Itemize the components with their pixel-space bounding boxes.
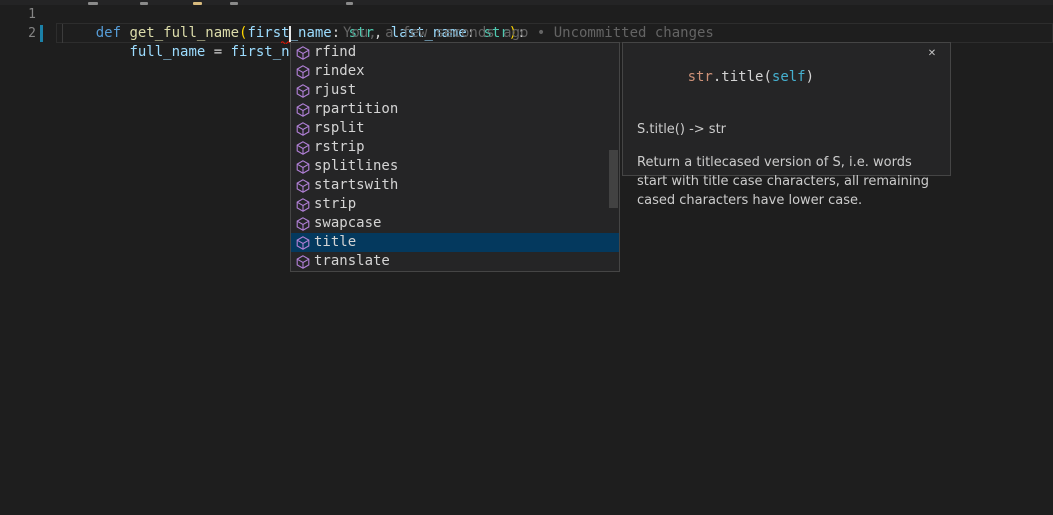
suggest-item-label: rpartition bbox=[314, 100, 398, 119]
token-variable: full_name bbox=[129, 44, 205, 60]
method-icon bbox=[295, 45, 311, 61]
sig-token-method: .title( bbox=[713, 69, 772, 85]
suggest-item-rjust[interactable]: rjust bbox=[291, 81, 619, 100]
suggest-item-rpartition[interactable]: rpartition bbox=[291, 100, 619, 119]
suggest-item-label: rsplit bbox=[314, 119, 365, 138]
method-icon bbox=[295, 121, 311, 137]
suggest-item-rsplit[interactable]: rsplit bbox=[291, 119, 619, 138]
docs-signature: str.title(self) bbox=[637, 50, 936, 104]
method-icon bbox=[295, 216, 311, 232]
token-indent bbox=[96, 44, 130, 60]
text-cursor bbox=[289, 26, 291, 42]
method-icon bbox=[295, 159, 311, 175]
suggest-item-rindex[interactable]: rindex bbox=[291, 62, 619, 81]
method-icon bbox=[295, 178, 311, 194]
sig-token-bracket: ) bbox=[806, 69, 814, 85]
suggest-item-startswith[interactable]: startswith bbox=[291, 176, 619, 195]
suggest-item-strip[interactable]: strip bbox=[291, 195, 619, 214]
suggest-item-splitlines[interactable]: splitlines bbox=[291, 157, 619, 176]
sig-token-parameter: self bbox=[772, 69, 806, 85]
suggest-item-label: translate bbox=[314, 252, 390, 271]
token-operator: = bbox=[205, 44, 230, 60]
method-icon bbox=[295, 197, 311, 213]
code-line-2[interactable]: full_name = first_name. bbox=[62, 24, 323, 81]
sig-token-type: str bbox=[688, 69, 713, 85]
method-icon bbox=[295, 64, 311, 80]
suggest-item-label: rjust bbox=[314, 81, 356, 100]
suggest-item-label: startswith bbox=[314, 176, 398, 195]
suggest-item-swapcase[interactable]: swapcase bbox=[291, 214, 619, 233]
suggest-item-label: swapcase bbox=[314, 214, 381, 233]
method-icon bbox=[295, 102, 311, 118]
method-icon bbox=[295, 235, 311, 251]
method-icon bbox=[295, 83, 311, 99]
method-icon bbox=[295, 140, 311, 156]
suggest-item-label: strip bbox=[314, 195, 356, 214]
close-icon[interactable]: ✕ bbox=[925, 47, 939, 61]
suggest-item-rstrip[interactable]: rstrip bbox=[291, 138, 619, 157]
suggest-item-title-selected[interactable]: title bbox=[291, 233, 619, 252]
suggest-item-label: title bbox=[314, 233, 356, 252]
suggest-scrollbar-thumb[interactable] bbox=[609, 150, 618, 208]
line-number-1[interactable]: 1 bbox=[0, 5, 36, 24]
suggest-item-label: rstrip bbox=[314, 138, 365, 157]
code-editor: 1 2 def get_full_name(first_name: str, l… bbox=[0, 0, 1053, 515]
suggest-item-label: rindex bbox=[314, 62, 365, 81]
suggest-item-rfind[interactable]: rfind bbox=[291, 43, 619, 62]
suggest-item-translate[interactable]: translate bbox=[291, 252, 619, 271]
line-number-2[interactable]: 2 bbox=[0, 24, 36, 43]
docs-description: Return a titlecased version of S, i.e. w… bbox=[637, 153, 939, 210]
autocomplete-suggest-widget: rfind rindex rjust rpartition rsplit rst… bbox=[290, 42, 620, 272]
suggest-docs-panel: str.title(self) S.title() -> str Return … bbox=[622, 42, 951, 176]
suggest-item-label: splitlines bbox=[314, 157, 398, 176]
git-blame-annotation: You, a few seconds ago • Uncommitted cha… bbox=[343, 24, 714, 43]
docs-summary: S.title() -> str bbox=[637, 120, 936, 139]
gutter-modified-indicator bbox=[40, 25, 43, 42]
suggest-item-label: rfind bbox=[314, 43, 356, 62]
method-icon bbox=[295, 254, 311, 270]
